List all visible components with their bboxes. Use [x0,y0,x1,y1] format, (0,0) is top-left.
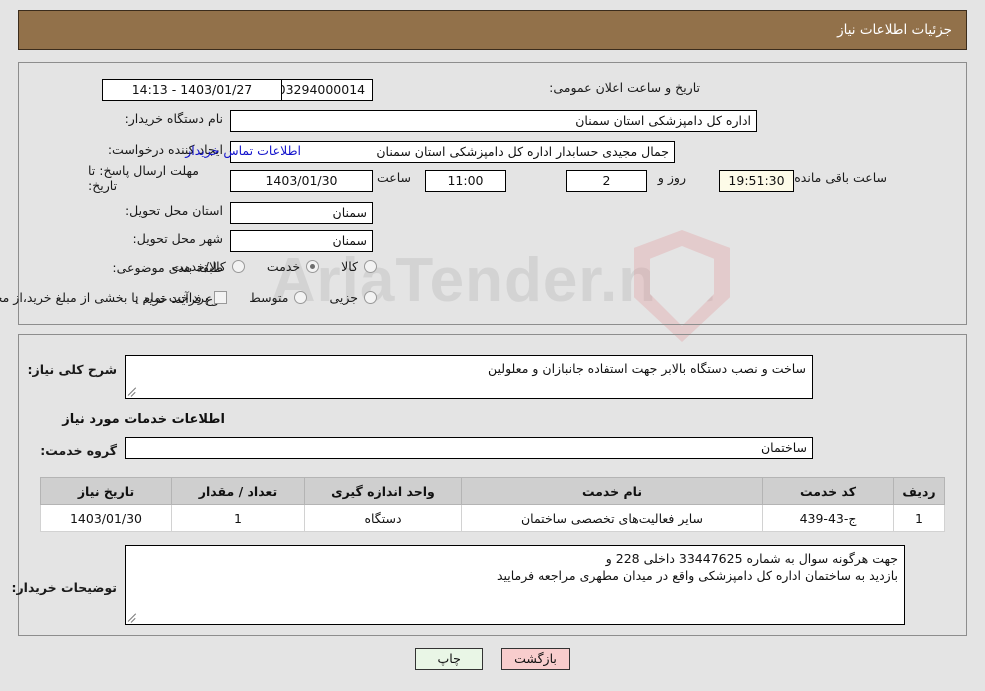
table-row: 1 ج-43-439 سایر فعالیت‌های تخصصی ساختمان… [40,504,945,532]
process-option-jozi[interactable]: جزیی [329,290,377,305]
cell-date: 1403/01/30 [40,504,172,532]
col-header-date: تاریخ نیاز [40,477,172,505]
process-options: جزیی متوسط پرداخت تمام یا بخشی از مبلغ خ… [0,290,377,305]
cell-name: سایر فعالیت‌های تخصصی ساختمان [461,504,763,532]
buyer-notes-line2: بازدید به ساختمان اداره کل دامپزشکی واقع… [496,568,898,583]
cell-unit: دستگاه [304,504,462,532]
description-label: شرح کلی نیاز: [27,362,117,377]
process-option-jozi-label: جزیی [329,290,358,305]
radio-icon-jozi[interactable] [364,291,377,304]
resize-handle-icon-notes[interactable] [128,613,138,623]
province-value: سمنان [230,202,373,224]
cell-qty: 1 [171,504,305,532]
buyer-notes-line1: جهت هرگونه سوال به شماره 33447625 داخلی … [605,551,898,566]
province-label: استان محل تحویل: [124,203,223,218]
need-info-panel [18,62,967,325]
service-group-label: گروه خدمت: [40,443,117,458]
resize-handle-icon[interactable] [128,387,138,397]
services-section-heading: اطلاعات خدمات مورد نیاز [62,412,225,427]
category-option-khedmat-label: خدمت [266,259,301,274]
and-word-label: روز و [657,170,686,185]
buyer-org-label: نام دستگاه خریدار: [124,111,223,126]
deadline-date-value: 1403/01/30 [230,170,373,192]
cell-code: ج-43-439 [762,504,894,532]
process-option-motevaset[interactable]: متوسط [249,290,308,305]
col-header-qty: تعداد / مقدار [171,477,305,505]
treasury-bond-label: پرداخت تمام یا بخشی از مبلغ خرید،از محل … [0,290,209,305]
description-value: ساخت و نصب دستگاه بالابر جهت استفاده جان… [487,361,806,376]
back-button[interactable]: بازگشت [501,648,570,670]
deadline-row: مهلت ارسال پاسخ: تا تاریخ: [88,163,223,193]
radio-icon-kala[interactable] [364,260,377,273]
category-option-kala-khedmat[interactable]: کالا/خدمت [171,259,245,274]
city-row: شهر محل تحویل: [133,231,223,246]
radio-icon-khedmat[interactable] [306,260,320,273]
and-word-row: روز و [652,170,692,185]
services-table-wrapper: ردیف کد خدمت نام خدمت واحد اندازه گیری ت… [40,477,945,532]
countdown-clock-value: 19:51:30 [719,170,794,192]
contact-link-row[interactable]: اطلاعات تماس خریدار [185,143,301,158]
buyer-notes-textarea[interactable]: جهت هرگونه سوال به شماره 33447625 داخلی … [125,545,905,625]
city-label: شهر محل تحویل: [132,231,223,246]
service-group-value: ساختمان [125,437,813,459]
services-table: ردیف کد خدمت نام خدمت واحد اندازه گیری ت… [40,477,945,532]
category-option-kala[interactable]: کالا [341,259,377,274]
announce-date-label: تاریخ و ساعت اعلان عمومی: [549,80,700,95]
remaining-suffix-label: ساعت باقی مانده [794,170,887,185]
print-button[interactable]: چاپ [415,648,484,670]
category-option-kala-label: کالا [341,259,358,274]
col-header-row: ردیف [893,477,945,505]
city-value: سمنان [230,230,373,252]
hour-word-label: ساعت [376,170,411,185]
buyer-notes-label-row: توضیحات خریدار: [11,580,117,595]
description-label-row: شرح کلی نیاز: [28,362,117,377]
deadline-label: مهلت ارسال پاسخ: تا تاریخ: [88,163,199,193]
page-header: جزئیات اطلاعات نیاز [18,10,967,50]
action-buttons: بازگشت چاپ [0,648,985,670]
table-header-row: ردیف کد خدمت نام خدمت واحد اندازه گیری ت… [40,477,945,505]
announce-date-value: 1403/01/27 - 14:13 [102,79,282,101]
category-option-kala-khedmat-label: کالا/خدمت [171,259,226,274]
hour-word-row: ساعت [371,170,417,185]
remaining-suffix-row: ساعت باقی مانده [788,170,893,185]
process-option-motevaset-label: متوسط [249,290,289,305]
buyer-org-row: نام دستگاه خریدار: [125,111,223,126]
checkbox-icon-treasury[interactable] [214,291,228,304]
page-title: جزئیات اطلاعات نیاز [837,22,952,38]
category-option-khedmat[interactable]: خدمت [266,259,320,274]
buyer-contact-link[interactable]: اطلاعات تماس خریدار [185,143,301,158]
col-header-code: کد خدمت [762,477,894,505]
province-row: استان محل تحویل: [125,203,223,218]
category-options: کالا خدمت کالا/خدمت [149,259,377,274]
deadline-time-value: 11:00 [425,170,506,192]
buyer-notes-label: توضیحات خریدار: [11,580,117,595]
days-remaining-value: 2 [566,170,647,192]
cell-row: 1 [893,504,945,532]
buyer-org-value: اداره کل دامپزشکی استان سمنان [230,110,757,132]
treasury-bond-option[interactable]: پرداخت تمام یا بخشی از مبلغ خرید،از محل … [0,290,228,305]
radio-icon-motevaset[interactable] [294,291,308,304]
col-header-name: نام خدمت [461,477,763,505]
announce-label-row: تاریخ و ساعت اعلان عمومی: [549,80,700,95]
service-group-row: گروه خدمت: [40,443,117,458]
col-header-unit: واحد اندازه گیری [304,477,462,505]
radio-icon-kala-khedmat[interactable] [231,260,245,273]
description-textarea[interactable]: ساخت و نصب دستگاه بالابر جهت استفاده جان… [125,355,813,399]
